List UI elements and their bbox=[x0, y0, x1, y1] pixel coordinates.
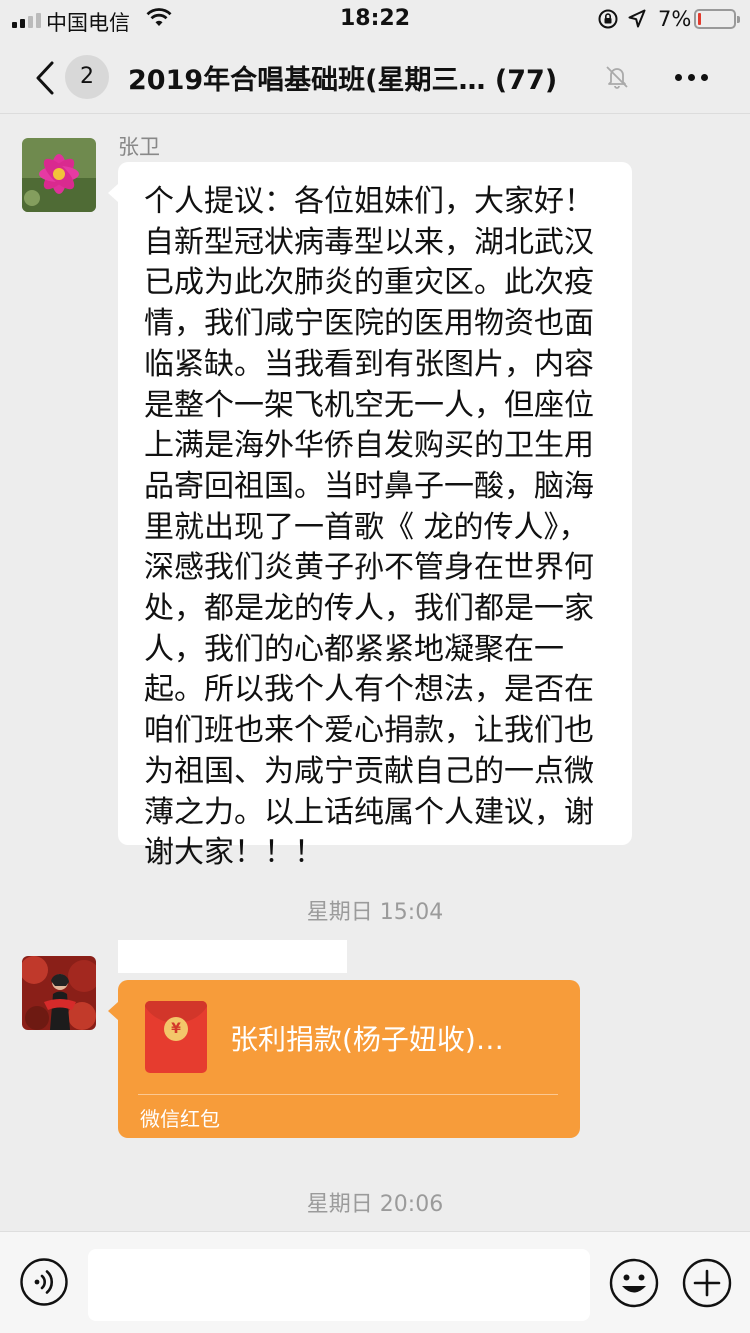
emoji-icon[interactable] bbox=[609, 1258, 659, 1312]
message-line: 品寄回祖国。当时鼻子一酸，脑海 bbox=[144, 468, 594, 504]
battery-icon bbox=[694, 9, 740, 29]
red-packet-message[interactable]: ¥ 张利捐款(杨子妞收)… 微信红包 bbox=[108, 980, 580, 1138]
sender-name-redacted bbox=[118, 940, 347, 973]
message-line: 深感我们炎黄子孙不管身在世界何 bbox=[144, 550, 594, 586]
avatar[interactable] bbox=[22, 138, 96, 212]
red-packet-coin: ¥ bbox=[164, 1017, 188, 1041]
red-packet-label: 微信红包 bbox=[140, 1107, 220, 1131]
chat-title-text: 2019年合唱基础班(星期三… bbox=[128, 65, 486, 96]
rotation-lock-icon bbox=[597, 8, 619, 35]
time-separator: 星期日 20:06 bbox=[306, 1192, 444, 1217]
member-count: (77) bbox=[494, 65, 558, 96]
message-line: 薄之力。以上话纯属个人建议，谢 bbox=[144, 794, 594, 830]
more-icon[interactable] bbox=[675, 74, 708, 81]
back-icon[interactable] bbox=[34, 60, 56, 100]
message-line: 是整个一架飞机空无一人，但座位 bbox=[144, 387, 594, 423]
message-line: 已成为此次肺炎的重灾区。此次疫 bbox=[144, 265, 594, 301]
sender-name: 张卫 bbox=[118, 135, 160, 159]
message-line: 自新型冠状病毒型以来，湖北武汉 bbox=[144, 224, 594, 260]
message-input[interactable] bbox=[88, 1249, 590, 1321]
message-line: 咱们班也来个爱心捐款，让我们也 bbox=[144, 713, 594, 749]
message-line: 起。所以我个人有个想法，是否在 bbox=[144, 672, 594, 708]
message-bubble[interactable]: 个人提议：各位姐妹们，大家好！ 自新型冠状病毒型以来，湖北武汉 已成为此次肺炎的… bbox=[108, 162, 632, 870]
time-separator: 星期日 15:04 bbox=[306, 900, 444, 925]
plus-icon[interactable] bbox=[682, 1258, 732, 1312]
chat-title: 2019年合唱基础班(星期三… (77) bbox=[128, 58, 557, 97]
red-packet-icon: ¥ bbox=[145, 1001, 207, 1073]
message-line: 临紧缺。当我看到有张图片，内容 bbox=[144, 346, 594, 382]
message-line: 个人提议：各位姐妹们，大家好！ bbox=[144, 184, 594, 219]
message-line: 里就出现了一首歌《 龙的传人》， bbox=[144, 509, 589, 545]
location-icon bbox=[628, 9, 646, 34]
message-line: 谢大家！！！ bbox=[144, 835, 324, 871]
battery-level bbox=[698, 13, 701, 25]
mute-icon bbox=[604, 64, 630, 94]
avatar[interactable] bbox=[22, 956, 96, 1030]
battery-percent: 7% bbox=[658, 7, 692, 31]
red-packet-title: 张利捐款(杨子妞收)… bbox=[230, 1023, 504, 1056]
chat-header: 2 2019年合唱基础班(星期三… (77) bbox=[0, 40, 750, 114]
message-line: 人，我们的心都紧紧地凝聚在一 bbox=[144, 631, 564, 667]
unread-count-badge[interactable]: 2 bbox=[65, 55, 109, 99]
message-line: 上满是海外华侨自发购买的卫生用 bbox=[144, 428, 594, 464]
status-bar: 中国电信 18:22 7% bbox=[0, 0, 750, 40]
input-bar bbox=[0, 1231, 750, 1333]
voice-icon[interactable] bbox=[20, 1258, 68, 1310]
message-line: 情，我们咸宁医院的医用物资也面 bbox=[144, 306, 594, 342]
message-line: 处，都是龙的传人，我们都是一家 bbox=[144, 591, 594, 627]
divider bbox=[138, 1094, 558, 1095]
message-line: 为祖国、为咸宁贡献自己的一点微 bbox=[144, 753, 594, 789]
